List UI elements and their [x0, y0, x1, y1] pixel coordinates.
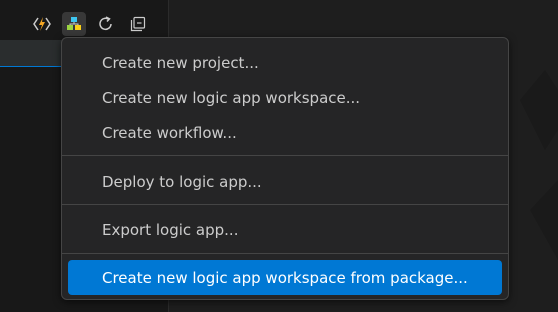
menu-item-create-workspace-from-package[interactable]: Create new logic app workspace from pack… [68, 260, 502, 295]
menu-item-create-new-logic-app-workspace[interactable]: Create new logic app workspace... [68, 80, 502, 115]
menu-item-export-logic-app[interactable]: Export logic app... [68, 212, 502, 247]
menu-separator [62, 155, 508, 156]
collapse-all-button[interactable] [126, 12, 150, 36]
context-menu: Create new project... Create new logic a… [61, 37, 509, 300]
menu-item-deploy-to-logic-app[interactable]: Deploy to logic app... [68, 164, 502, 199]
menu-separator [62, 253, 508, 254]
menu-item-create-new-project[interactable]: Create new project... [68, 45, 502, 80]
collapse-all-icon [130, 16, 146, 32]
azure-functions-icon [33, 16, 51, 32]
logic-apps-icon [66, 16, 82, 32]
refresh-icon [97, 15, 115, 33]
logic-apps-button[interactable] [62, 12, 86, 36]
menu-item-create-workflow[interactable]: Create workflow... [68, 115, 502, 150]
refresh-button[interactable] [94, 12, 118, 36]
menu-separator [62, 204, 508, 205]
azure-functions-button[interactable] [30, 12, 54, 36]
